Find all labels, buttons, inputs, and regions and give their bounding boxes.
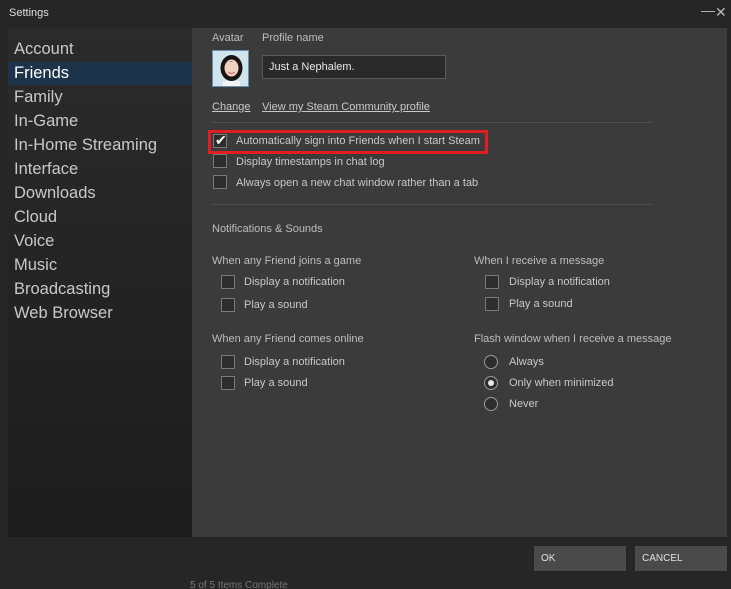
sidebar-item-interface[interactable]: Interface (8, 158, 192, 181)
title-bar: Settings — ✕ (0, 0, 731, 28)
joins-game-sound-label[interactable]: Play a sound (244, 299, 308, 311)
flash-never-radio[interactable] (484, 397, 498, 411)
joins-game-title: When any Friend joins a game (212, 255, 362, 267)
community-profile-link[interactable]: View my Steam Community profile (262, 101, 430, 113)
change-avatar-link[interactable]: Change (212, 101, 251, 113)
flash-always-label[interactable]: Always (509, 356, 544, 368)
sidebar-item-broadcasting[interactable]: Broadcasting (8, 278, 192, 301)
sidebar-item-in-home-streaming[interactable]: In-Home Streaming (8, 134, 192, 157)
flash-minimized-radio[interactable] (484, 376, 498, 390)
comes-online-sound-label[interactable]: Play a sound (244, 377, 308, 389)
close-icon[interactable]: ✕ (715, 4, 727, 21)
receive-message-title: When I receive a message (474, 255, 605, 267)
window-title: Settings (9, 7, 49, 19)
flash-window-title: Flash window when I receive a message (474, 333, 672, 345)
friends-settings-panel: Avatar Profile name Change View my Steam… (192, 28, 727, 537)
avatar-label: Avatar (212, 32, 244, 44)
sidebar: Account Friends Family In-Game In-Home S… (8, 28, 192, 537)
comes-online-display-checkbox[interactable] (221, 355, 235, 369)
sidebar-item-cloud[interactable]: Cloud (8, 206, 192, 229)
new-window-checkbox[interactable] (213, 175, 227, 189)
receive-message-sound-label[interactable]: Play a sound (509, 298, 573, 310)
minimize-icon[interactable]: — (701, 2, 715, 18)
sidebar-item-friends[interactable]: Friends (8, 62, 192, 85)
auto-sign-in-checkbox[interactable]: ✔ (213, 132, 227, 148)
sidebar-item-web-browser[interactable]: Web Browser (8, 302, 192, 325)
comes-online-sound-checkbox[interactable] (221, 376, 235, 390)
checkmark-icon: ✔ (215, 132, 227, 148)
receive-message-display-label[interactable]: Display a notification (509, 276, 610, 288)
avatar[interactable] (212, 50, 249, 87)
comes-online-display-label[interactable]: Display a notification (244, 356, 345, 368)
receive-message-sound-checkbox[interactable] (485, 297, 499, 311)
divider (212, 122, 652, 123)
sidebar-item-downloads[interactable]: Downloads (8, 182, 192, 205)
divider (212, 204, 652, 205)
joins-game-display-checkbox[interactable] (221, 275, 235, 289)
notifications-section-title: Notifications & Sounds (212, 223, 323, 235)
receive-message-display-checkbox[interactable] (485, 275, 499, 289)
profile-name-input[interactable] (262, 55, 446, 79)
ok-button[interactable]: OK (534, 546, 626, 571)
flash-minimized-label[interactable]: Only when minimized (509, 377, 614, 389)
download-status: 5 of 5 Items Complete (190, 580, 288, 589)
timestamps-label[interactable]: Display timestamps in chat log (236, 156, 385, 168)
auto-sign-in-label[interactable]: Automatically sign into Friends when I s… (236, 135, 480, 147)
comes-online-title: When any Friend comes online (212, 333, 364, 345)
profile-name-label: Profile name (262, 32, 324, 44)
radio-selected-dot (488, 380, 494, 386)
joins-game-sound-checkbox[interactable] (221, 298, 235, 312)
joins-game-display-label[interactable]: Display a notification (244, 276, 345, 288)
timestamps-checkbox[interactable] (213, 154, 227, 168)
flash-never-label[interactable]: Never (509, 398, 538, 410)
sidebar-item-voice[interactable]: Voice (8, 230, 192, 253)
sidebar-item-in-game[interactable]: In-Game (8, 110, 192, 133)
sidebar-item-family[interactable]: Family (8, 86, 192, 109)
sidebar-item-music[interactable]: Music (8, 254, 192, 277)
flash-always-radio[interactable] (484, 355, 498, 369)
cancel-button[interactable]: CANCEL (635, 546, 727, 571)
new-window-label[interactable]: Always open a new chat window rather tha… (236, 177, 478, 189)
sidebar-item-account[interactable]: Account (8, 38, 192, 61)
